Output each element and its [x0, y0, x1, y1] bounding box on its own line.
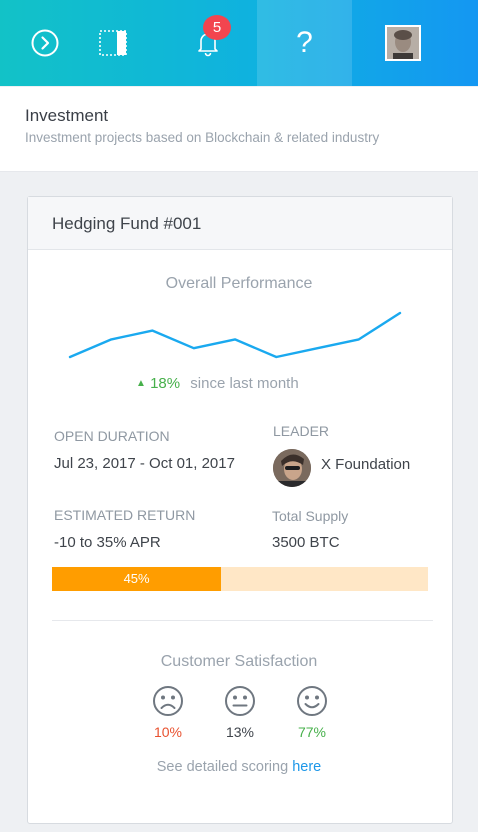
help-button[interactable]: ? — [257, 0, 352, 86]
divider — [52, 620, 433, 621]
change-caption: since last month — [190, 375, 299, 392]
happy-percent: 77% — [297, 724, 327, 740]
neutral-percent: 13% — [225, 724, 255, 740]
open-duration-label: OPEN DURATION — [54, 428, 170, 444]
scoring-link[interactable]: here — [292, 759, 321, 775]
user-avatar — [385, 25, 421, 61]
scoring-text: See detailed scoring — [156, 759, 289, 775]
card-header: Hedging Fund #001 — [28, 197, 452, 250]
happy-face-icon — [297, 686, 327, 716]
arrow-circle-right-icon — [31, 29, 59, 57]
funding-progress-bar: 45% — [52, 567, 428, 591]
help-icon: ? — [296, 26, 313, 59]
progress-label: 45% — [123, 571, 150, 586]
performance-title: Overall Performance — [165, 275, 313, 292]
neutral-face-icon — [225, 686, 255, 716]
estimated-return-value: -10 to 35% APR — [54, 534, 161, 551]
open-duration-value: Jul 23, 2017 - Oct 01, 2017 — [54, 455, 235, 472]
change-percent: 18% — [150, 375, 181, 392]
performance-change: ▲ 18% since last month — [136, 375, 299, 392]
leader-name: X Foundation — [321, 456, 411, 473]
detailed-scoring: See detailed scoring here — [0, 759, 478, 775]
performance-sparkline — [68, 311, 402, 359]
leader-label: LEADER — [273, 423, 330, 439]
sad-face-icon — [153, 686, 183, 716]
total-supply-value: 3500 BTC — [272, 534, 340, 551]
total-supply-label: Total Supply — [272, 508, 349, 524]
arrow-up-icon: ▲ — [136, 378, 146, 389]
sidebar-toggle-icon — [99, 30, 127, 56]
user-menu-button[interactable] — [358, 0, 448, 86]
card-title: Hedging Fund #001 — [52, 214, 202, 233]
notification-count-badge: 5 — [203, 15, 231, 40]
satisfaction-title: Customer Satisfaction — [160, 653, 318, 670]
sparkline-series — [68, 311, 402, 359]
page-subtitle: Investment projects based on Blockchain … — [25, 130, 380, 145]
page-title: Investment — [25, 106, 109, 125]
top-navigation-bar: 5 ? — [0, 0, 478, 86]
sidebar-toggle-button[interactable] — [68, 0, 158, 86]
progress-fill: 45% — [52, 567, 222, 591]
leader-avatar — [273, 449, 311, 487]
sad-percent: 10% — [153, 724, 183, 740]
estimated-return-label: ESTIMATED RETURN — [54, 507, 196, 523]
notifications-button[interactable] — [163, 0, 253, 86]
